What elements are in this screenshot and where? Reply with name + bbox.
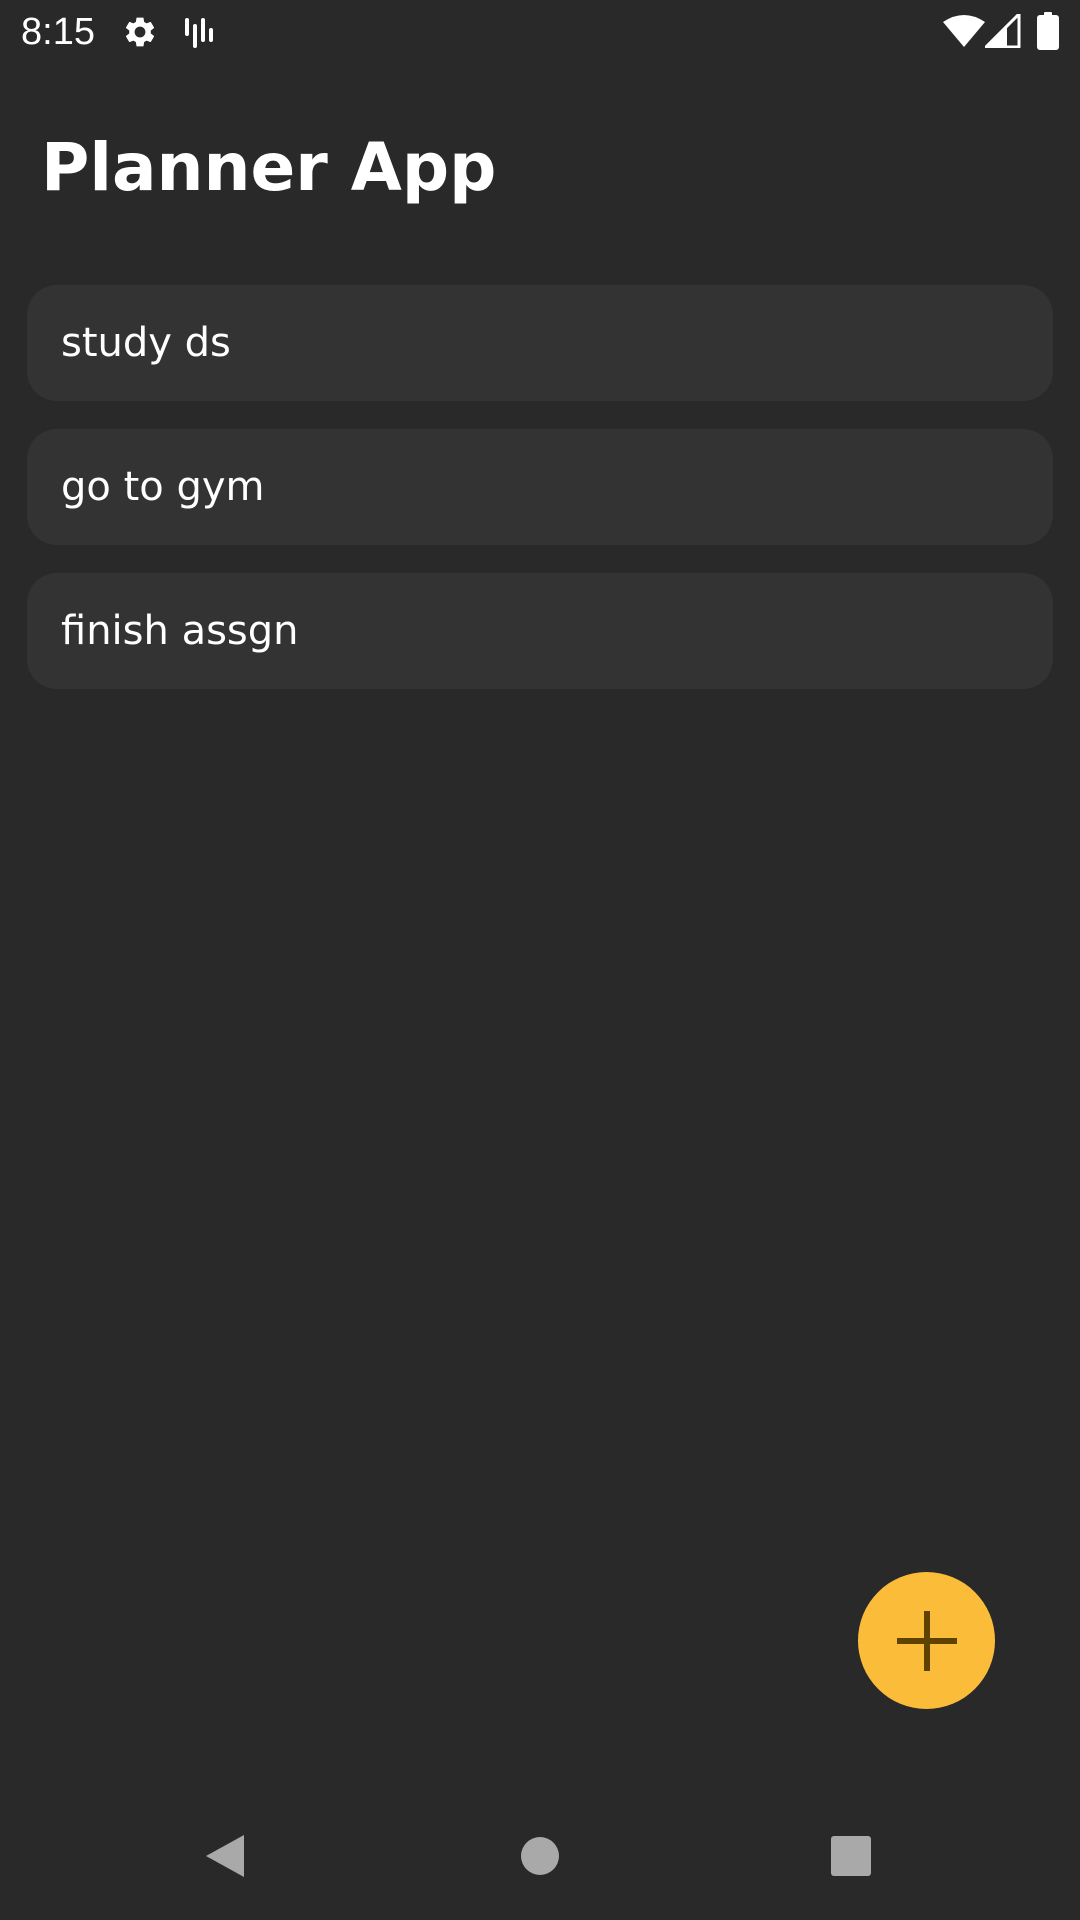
home-icon[interactable]	[520, 1836, 560, 1876]
wifi-icon	[943, 15, 985, 47]
task-label: study ds	[61, 320, 231, 366]
task-list: study ds go to gym finish assgn	[27, 285, 1053, 717]
settings-gear-icon	[125, 17, 155, 47]
notification-signal-bars-icon	[185, 18, 213, 48]
status-bar: 8:15	[0, 0, 1080, 64]
add-task-button[interactable]	[858, 1572, 995, 1709]
back-icon[interactable]	[204, 1833, 246, 1879]
cell-signal-icon	[985, 14, 1021, 48]
task-item[interactable]: go to gym	[27, 429, 1053, 545]
task-label: go to gym	[61, 464, 265, 510]
plus-icon	[896, 1610, 957, 1671]
planner-screen: 8:15 Planner App study ds go to gym fini…	[0, 0, 1080, 1920]
battery-icon	[1037, 12, 1059, 50]
page-title: Planner App	[41, 129, 497, 206]
recents-icon[interactable]	[831, 1836, 871, 1876]
status-time: 8:15	[21, 11, 95, 53]
navigation-bar	[0, 1800, 1080, 1920]
task-item[interactable]: finish assgn	[27, 573, 1053, 689]
task-item[interactable]: study ds	[27, 285, 1053, 401]
task-label: finish assgn	[61, 608, 299, 654]
